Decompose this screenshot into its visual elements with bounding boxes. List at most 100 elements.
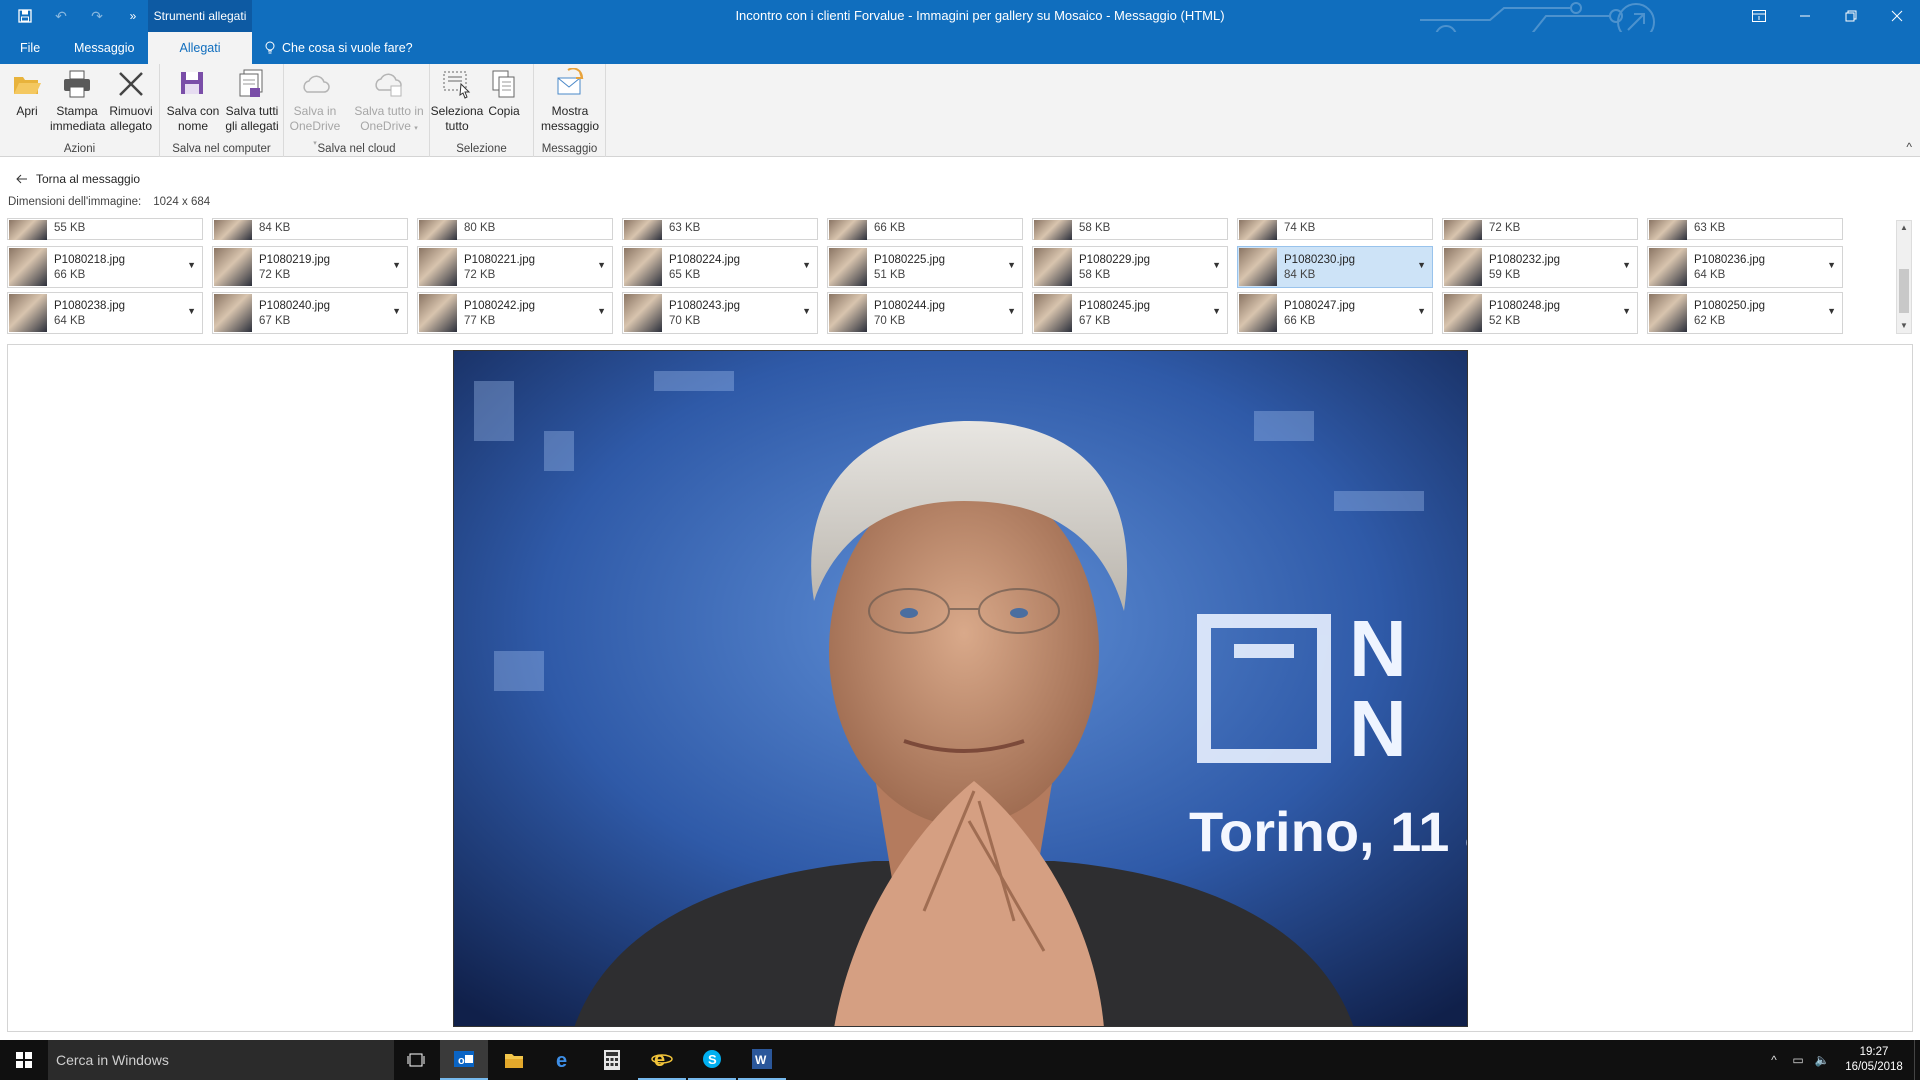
svg-text:o: o [458,1055,465,1067]
scroll-down-icon[interactable]: ▼ [1897,319,1911,333]
dropdown-arrow-icon[interactable]: ▼ [1417,306,1426,316]
attachment-item[interactable]: P1080248.jpg 52 KB ▼ [1442,292,1638,334]
attachment-item[interactable]: 55 KB [7,218,203,240]
restore-icon[interactable] [1828,0,1874,32]
outlook-icon[interactable]: o [440,1040,488,1080]
close-icon[interactable] [1874,0,1920,32]
stampa-immediata-button[interactable]: Stampa immediata [50,68,105,134]
dropdown-arrow-icon[interactable]: ▼ [187,260,196,270]
taskbar-search-box[interactable]: Cerca in Windows [48,1040,394,1080]
attachment-item[interactable]: P1080232.jpg 59 KB ▼ [1442,246,1638,288]
dropdown-arrow-icon[interactable]: ▼ [597,260,606,270]
attachment-item[interactable]: 84 KB [212,218,408,240]
arrow-left-icon [16,174,27,184]
word-icon[interactable]: W [738,1040,786,1080]
tell-me-box[interactable]: Che cosa si vuole fare? [264,32,413,64]
dropdown-arrow-icon[interactable]: ▼ [392,260,401,270]
attachment-item[interactable]: P1080242.jpg 77 KB ▼ [417,292,613,334]
dropdown-arrow-icon[interactable]: ▼ [597,306,606,316]
attachment-preview-pane: N N Torino, 11 a [7,344,1913,1032]
attachment-item[interactable]: P1080221.jpg 72 KB ▼ [417,246,613,288]
show-desktop-button[interactable] [1914,1040,1920,1080]
attachment-item[interactable]: P1080218.jpg 66 KB ▼ [7,246,203,288]
dropdown-arrow-icon[interactable]: ▼ [1212,260,1221,270]
tab-messaggio[interactable]: Messaggio [64,32,144,64]
volume-muted-icon[interactable]: 🔈 [1810,1053,1834,1067]
dropdown-arrow-icon[interactable]: ▼ [1827,306,1836,316]
attachment-item[interactable]: 80 KB [417,218,613,240]
calculator-icon[interactable] [588,1040,636,1080]
salva-in-onedrive-button[interactable]: Salva in OneDrive ▾ [288,68,342,151]
select-all-icon [443,71,471,99]
attachment-item[interactable]: P1080225.jpg 51 KB ▼ [827,246,1023,288]
dropdown-arrow-icon[interactable]: ▼ [187,306,196,316]
attachment-item[interactable]: P1080224.jpg 65 KB ▼ [622,246,818,288]
attachment-item[interactable]: P1080247.jpg 66 KB ▼ [1237,292,1433,334]
apri-button[interactable]: Apri [0,68,54,119]
attachment-item[interactable]: P1080250.jpg 62 KB ▼ [1647,292,1843,334]
dropdown-arrow-icon[interactable]: ▼ [802,306,811,316]
back-to-message-link[interactable]: Torna al messaggio [16,172,140,186]
scroll-thumb[interactable] [1899,269,1909,313]
dropdown-arrow-icon[interactable]: ▼ [1622,260,1631,270]
salva-con-nome-button[interactable]: Salva con nome [166,68,220,134]
dropdown-arrow-icon[interactable]: ▼ [1827,260,1836,270]
attachment-item[interactable]: P1080244.jpg 70 KB ▼ [827,292,1023,334]
seleziona-tutto-button[interactable]: Seleziona tutto [430,68,484,134]
attachment-item[interactable]: 72 KB [1442,218,1638,240]
clock[interactable]: 19:27 16/05/2018 [1834,1045,1914,1075]
thumbnail [1649,220,1687,240]
attachment-item[interactable]: 63 KB [622,218,818,240]
save-icon[interactable] [14,5,36,27]
group-label-salva-cloud: Salva nel cloud [317,143,396,155]
scroll-up-icon[interactable]: ▲ [1897,221,1911,235]
salva-tutti-allegati-button[interactable]: Salva tutti gli allegati [222,68,282,134]
edge-icon[interactable]: e [540,1040,588,1080]
attachment-item[interactable]: P1080219.jpg 72 KB ▼ [212,246,408,288]
minimize-icon[interactable] [1782,0,1828,32]
mostra-messaggio-button[interactable]: Mostra messaggio [540,68,600,134]
attachment-item[interactable]: P1080236.jpg 64 KB ▼ [1647,246,1843,288]
attachment-item[interactable]: 74 KB [1237,218,1433,240]
attachment-item[interactable]: P1080245.jpg 67 KB ▼ [1032,292,1228,334]
attachment-item[interactable]: 63 KB [1647,218,1843,240]
group-salva-computer: Salva con nome Salva tutti gli allegati … [160,64,284,157]
dropdown-arrow-icon[interactable]: ▼ [1007,260,1016,270]
redo-icon[interactable]: ↷ [86,5,108,27]
windows-start-icon[interactable] [0,1040,48,1080]
copia-button[interactable]: Copia [482,68,526,119]
rimuovi-allegato-button[interactable]: Rimuovi allegato [104,68,158,134]
attachment-item[interactable]: P1080243.jpg 70 KB ▼ [622,292,818,334]
dropdown-arrow-icon[interactable]: ▼ [802,260,811,270]
dropdown-arrow-icon[interactable]: ▼ [392,306,401,316]
task-view-icon[interactable] [392,1040,440,1080]
tab-allegati[interactable]: Allegati [148,32,252,64]
thumbnail [9,220,47,240]
attachment-item[interactable]: P1080238.jpg 64 KB ▼ [7,292,203,334]
attachment-item-selected[interactable]: P1080230.jpg 84 KB ▼ [1237,246,1433,288]
attachment-item[interactable]: P1080229.jpg 58 KB ▼ [1032,246,1228,288]
attachment-item[interactable]: 66 KB [827,218,1023,240]
dropdown-arrow-icon[interactable]: ▼ [1417,260,1426,270]
context-tab-label: Strumenti allegati [148,0,252,32]
collapse-ribbon-icon[interactable]: ^ [1906,140,1912,154]
attachment-scrollbar[interactable]: ▲ ▼ [1896,220,1912,334]
salva-tutto-in-onedrive-button[interactable]: Salva tutto in OneDrive ▾ [352,68,426,136]
thumbnail [1239,294,1277,332]
more-commands-icon[interactable]: » [122,5,144,27]
attachment-item[interactable]: P1080240.jpg 67 KB ▼ [212,292,408,334]
attachment-item[interactable]: 58 KB [1032,218,1228,240]
file-explorer-icon[interactable] [490,1040,538,1080]
internet-explorer-icon[interactable]: e [638,1040,686,1080]
tab-file[interactable]: File [10,32,50,64]
chevron-up-icon[interactable]: ^ [1762,1053,1786,1067]
battery-icon[interactable]: ▭ [1786,1053,1810,1067]
ribbon-display-options-icon[interactable] [1736,0,1782,32]
thumbnail [214,294,252,332]
dropdown-arrow-icon[interactable]: ▼ [1622,306,1631,316]
dropdown-arrow-icon[interactable]: ▼ [1212,306,1221,316]
ribbon-tab-row: File Messaggio Allegati Che cosa si vuol… [0,32,1920,64]
skype-icon[interactable]: S [688,1040,736,1080]
dropdown-arrow-icon[interactable]: ▼ [1007,306,1016,316]
undo-icon[interactable]: ↶ [50,5,72,27]
